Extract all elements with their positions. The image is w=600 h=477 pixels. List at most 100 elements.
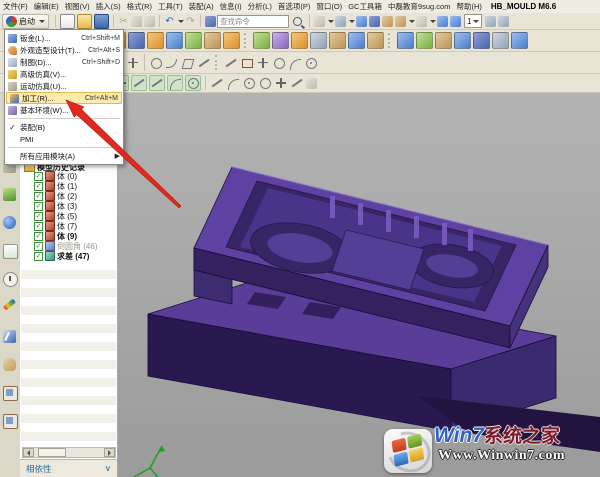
pocket-icon[interactable] <box>147 32 164 49</box>
split-body-icon[interactable] <box>204 32 221 49</box>
menu-insert[interactable]: 插入(S) <box>93 1 124 12</box>
search-icon[interactable] <box>293 16 302 26</box>
roles-palette-icon[interactable] <box>3 358 16 371</box>
swept-icon[interactable] <box>492 32 509 49</box>
unite-icon[interactable] <box>223 32 240 49</box>
snap-tangent-icon[interactable] <box>226 76 240 90</box>
snap-midpoint-icon[interactable] <box>149 75 165 91</box>
process-studio-icon[interactable] <box>3 330 16 343</box>
edge-blend-icon[interactable] <box>291 32 308 49</box>
checkbox-icon[interactable]: ✓ <box>34 241 43 251</box>
checkbox-icon[interactable]: ✓ <box>34 191 43 201</box>
menu-item-gateway[interactable]: 基本环境(W)... <box>5 104 123 116</box>
undo-icon[interactable]: ↶ <box>163 15 176 28</box>
menu-format[interactable]: 格式(R) <box>124 1 155 12</box>
hd3d-tools-icon[interactable] <box>3 414 18 429</box>
snap-slope-icon[interactable] <box>290 76 304 90</box>
offset-curve-icon[interactable] <box>149 56 163 70</box>
pattern-feature-icon[interactable] <box>397 32 414 49</box>
checkbox-icon[interactable]: ✓ <box>34 171 43 181</box>
menu-edit[interactable]: 编辑(E) <box>31 1 62 12</box>
chamfer-icon[interactable] <box>310 32 327 49</box>
chevron-down-icon[interactable]: ∨ <box>105 463 111 474</box>
snap-point2-icon[interactable] <box>274 76 288 90</box>
internet-explorer-icon[interactable] <box>3 216 16 229</box>
menu-item-drafting[interactable]: 制图(D)... Ctrl+Shift+D <box>5 56 123 68</box>
checkbox-icon[interactable]: ✓ <box>34 251 43 261</box>
tree-item-blend[interactable]: ✓ 倒圆角 (46) <box>34 241 97 251</box>
paste-icon[interactable] <box>144 15 155 27</box>
line-tool-icon[interactable] <box>197 56 211 70</box>
menu-window[interactable]: 窗口(O) <box>313 1 345 12</box>
bounded-plane-icon[interactable] <box>454 32 471 49</box>
thread-icon[interactable] <box>367 32 384 49</box>
shaded-caret-icon[interactable] <box>349 19 355 23</box>
move-object-icon[interactable] <box>437 15 448 27</box>
tree-item-body-3[interactable]: ✓ 体 (3) <box>34 201 77 211</box>
snap-endpoint-icon[interactable] <box>131 75 147 91</box>
window-layout-icon[interactable] <box>314 15 325 27</box>
scroll-thumb[interactable] <box>38 448 66 457</box>
subtract-icon[interactable] <box>253 32 270 49</box>
save-icon[interactable] <box>94 13 109 29</box>
menu-help[interactable]: 帮助(H) <box>453 1 484 12</box>
layer-visible-icon[interactable] <box>498 15 510 27</box>
tree-item-body-5[interactable]: ✓ 体 (5) <box>34 211 77 221</box>
cut-icon[interactable]: ✂ <box>117 15 130 28</box>
redo-icon[interactable]: ↷ <box>184 15 197 28</box>
menu-item-pmi[interactable]: PMI <box>5 133 123 145</box>
menu-gc-toolbox[interactable]: GC工具箱 <box>345 1 385 12</box>
checkbox-icon[interactable]: ✓ <box>34 221 43 231</box>
checkbox-icon[interactable]: ✓ <box>34 181 43 191</box>
materials-palette-icon[interactable] <box>2 298 17 311</box>
menu-item-sheet-metal[interactable]: 钣金(L)... Ctrl+Shift+M <box>5 32 123 44</box>
menu-view[interactable]: 视图(V) <box>62 1 93 12</box>
quick-trim-icon[interactable] <box>272 56 286 70</box>
wireframe-view-icon[interactable] <box>369 15 380 27</box>
copy-icon[interactable] <box>131 15 142 27</box>
start-button[interactable]: 启动 <box>2 13 49 29</box>
snap-existing-point-icon[interactable] <box>258 76 272 90</box>
menu-tools[interactable]: 工具(T) <box>155 1 186 12</box>
trim-body-icon[interactable] <box>185 32 202 49</box>
menu-assemblies[interactable]: 装配(A) <box>186 1 217 12</box>
visualization-palette-icon[interactable] <box>3 386 18 401</box>
polygon-tool-icon[interactable] <box>181 56 195 70</box>
orient-view-icon[interactable] <box>356 15 367 27</box>
tree-item-body-9[interactable]: ✓ 体 (9) <box>34 231 77 241</box>
tree-item-subtract[interactable]: ✓ 求差 (47) <box>34 251 89 261</box>
menu-zhonglei[interactable]: 中磊教育9sug.com <box>385 1 454 12</box>
layer-settings-icon[interactable] <box>485 15 497 27</box>
mirror-feature-icon[interactable] <box>416 32 433 49</box>
reuse-library-icon[interactable] <box>3 244 18 259</box>
quick-extend-icon[interactable] <box>288 56 302 70</box>
tree-item-body-2[interactable]: ✓ 体 (2) <box>34 191 77 201</box>
menu-item-manufacturing[interactable]: 加工(R)... Ctrl+Alt+M <box>6 92 122 104</box>
show-hide-icon[interactable] <box>382 15 393 27</box>
hide-caret-icon[interactable] <box>409 19 415 23</box>
point-tool-icon[interactable] <box>126 56 140 70</box>
rotate-object-icon[interactable] <box>450 15 461 27</box>
graphics-viewport[interactable] <box>118 93 600 477</box>
derived-line-icon[interactable] <box>256 56 270 70</box>
scroll-right-button[interactable] <box>104 448 115 457</box>
checkbox-icon[interactable]: ✓ <box>34 231 43 241</box>
intersect-curve-icon[interactable] <box>240 56 254 70</box>
immediate-hide-icon[interactable] <box>395 15 406 27</box>
checkbox-icon[interactable]: ✓ <box>34 201 43 211</box>
checkbox-icon[interactable]: ✓ <box>34 211 43 221</box>
tree-item-body-1[interactable]: ✓ 体 (1) <box>34 181 77 191</box>
snap-quadrant-icon[interactable] <box>242 76 256 90</box>
menu-item-all-applications[interactable]: 所有应用模块(A) ▶ <box>5 150 123 162</box>
synchronous-icon[interactable] <box>511 32 528 49</box>
menu-item-motion-simulation[interactable]: 运动仿真(U)... <box>5 80 123 92</box>
window-icon[interactable] <box>416 15 427 27</box>
constraint-icon[interactable] <box>304 56 318 70</box>
menu-information[interactable]: 信息(I) <box>217 1 245 12</box>
project-curve-icon[interactable] <box>224 56 238 70</box>
boss-icon[interactable] <box>128 32 145 49</box>
tree-item-body-0[interactable]: ✓ 体 (0) <box>34 171 77 181</box>
history-palette-icon[interactable] <box>3 272 18 287</box>
shaded-view-icon[interactable] <box>335 15 346 27</box>
shell-icon[interactable] <box>329 32 346 49</box>
